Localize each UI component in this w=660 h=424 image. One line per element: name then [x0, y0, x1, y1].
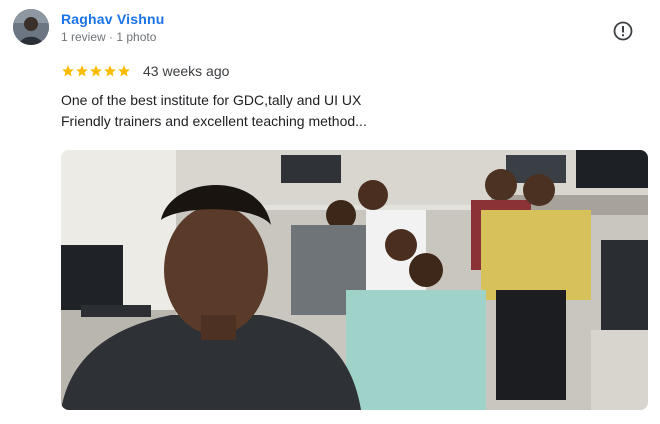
star-icon: [61, 64, 75, 78]
more-info-icon[interactable]: [612, 20, 634, 42]
rating-row: 43 weeks ago: [61, 62, 229, 80]
review-time: 43 weeks ago: [143, 63, 230, 79]
reviewer-meta: 1 review · 1 photo: [61, 30, 157, 44]
review-photo[interactable]: [61, 150, 648, 410]
star-icon: [75, 64, 89, 78]
review-text: One of the best institute for GDC,tally …: [61, 90, 621, 132]
review-text-line: One of the best institute for GDC,tally …: [61, 92, 362, 108]
reviewer-name[interactable]: Raghav Vishnu: [61, 11, 164, 27]
star-icon: [89, 64, 103, 78]
star-rating: [61, 64, 131, 78]
review-card: Raghav Vishnu 1 review · 1 photo 43 week…: [0, 0, 660, 424]
star-icon: [117, 64, 131, 78]
review-text-line: Friendly trainers and excellent teaching…: [61, 113, 367, 129]
reviewer-avatar[interactable]: [13, 9, 49, 45]
star-icon: [103, 64, 117, 78]
